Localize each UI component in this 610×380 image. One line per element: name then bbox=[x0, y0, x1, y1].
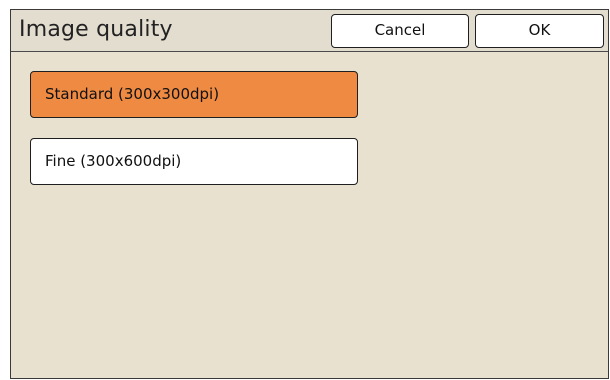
page-title: Image quality bbox=[19, 17, 173, 42]
cancel-button[interactable]: Cancel bbox=[331, 14, 469, 48]
option-fine-button[interactable]: Fine (300x600dpi) bbox=[30, 138, 358, 185]
image-quality-dialog: Image quality Cancel OK Standard (300x30… bbox=[10, 9, 609, 379]
option-standard-button[interactable]: Standard (300x300dpi) bbox=[30, 71, 358, 118]
dialog-header: Image quality Cancel OK bbox=[11, 10, 608, 52]
ok-button[interactable]: OK bbox=[475, 14, 604, 48]
